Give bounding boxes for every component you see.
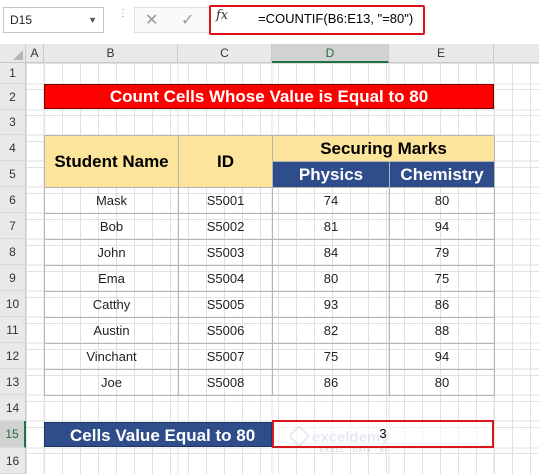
result-cell-d15[interactable]: 3 [272,420,494,448]
row-header-14[interactable]: 14 [0,395,26,421]
cell-physics[interactable]: 80 [272,265,390,292]
chevron-down-icon[interactable]: ▼ [88,8,97,32]
cell-physics[interactable]: 81 [272,213,390,240]
header-id[interactable]: ID [178,135,273,188]
row-header-1[interactable]: 1 [0,63,26,84]
row-header-8[interactable]: 8 [0,239,26,265]
result-label[interactable]: Cells Value Equal to 80 [44,422,272,447]
enter-check-icon[interactable]: ✓ [181,10,194,30]
cell-student-name[interactable]: Mask [44,187,179,214]
table-row: Mask S5001 74 80 [44,187,495,214]
row-header-11[interactable]: 11 [0,317,26,343]
column-header-d[interactable]: D [272,44,389,63]
cell-student-name[interactable]: Austin [44,317,179,344]
select-all-corner[interactable] [0,44,26,63]
row-header-15[interactable]: 15 [0,421,26,448]
cell-chemistry[interactable]: 94 [389,213,495,240]
cell-id[interactable]: S5008 [178,369,273,396]
cell-id[interactable]: S5002 [178,213,273,240]
cell-physics[interactable]: 86 [272,369,390,396]
cell-physics[interactable]: 75 [272,343,390,370]
cell-chemistry[interactable]: 75 [389,265,495,292]
cell-physics[interactable]: 84 [272,239,390,266]
cell-student-name[interactable]: Ema [44,265,179,292]
table-row: John S5003 84 79 [44,239,495,266]
formula-controls: ✕ ✓ [134,7,210,33]
row-header-6[interactable]: 6 [0,187,26,213]
cell-chemistry[interactable]: 79 [389,239,495,266]
header-student-name[interactable]: Student Name [44,135,179,188]
name-box-value: D15 [10,13,33,27]
row-header-4[interactable]: 4 [0,135,26,161]
row-header-9[interactable]: 9 [0,265,26,291]
table-row: Joe S5008 86 80 [44,369,495,396]
row-header-10[interactable]: 10 [0,291,26,317]
header-securing-marks[interactable]: Securing Marks [272,135,495,162]
cell-chemistry[interactable]: 88 [389,317,495,344]
cancel-icon[interactable]: ✕ [145,10,158,30]
name-box[interactable]: D15 ▼ [3,7,104,33]
row-header-13[interactable]: 13 [0,369,26,395]
cell-student-name[interactable]: Joe [44,369,179,396]
column-header-e[interactable]: E [389,44,494,63]
sheet-title[interactable]: Count Cells Whose Value is Equal to 80 [44,84,494,109]
cell-id[interactable]: S5007 [178,343,273,370]
cell-student-name[interactable]: Vinchant [44,343,179,370]
header-physics[interactable]: Physics [272,161,390,188]
select-all-triangle-icon [13,50,23,60]
cell-chemistry[interactable]: 94 [389,343,495,370]
cell-student-name[interactable]: Catthy [44,291,179,318]
cell-id[interactable]: S5004 [178,265,273,292]
row-header-3[interactable]: 3 [0,110,26,135]
row-header-16[interactable]: 16 [0,448,26,474]
row-header-12[interactable]: 12 [0,343,26,369]
cell-chemistry[interactable]: 86 [389,291,495,318]
cell-id[interactable]: S5005 [178,291,273,318]
cell-chemistry[interactable]: 80 [389,369,495,396]
table-row: Austin S5006 82 88 [44,317,495,344]
table-row: Bob S5002 81 94 [44,213,495,240]
table-row: Vinchant S5007 75 94 [44,343,495,370]
cell-student-name[interactable]: Bob [44,213,179,240]
column-header-f[interactable] [494,44,539,63]
header-chemistry[interactable]: Chemistry [389,161,495,188]
column-header-a[interactable]: A [26,44,44,63]
cell-physics[interactable]: 93 [272,291,390,318]
column-header-c[interactable]: C [178,44,272,63]
cell-id[interactable]: S5001 [178,187,273,214]
cell-chemistry[interactable]: 80 [389,187,495,214]
formula-input[interactable]: =COUNTIF(B6:E13, "=80") [250,7,536,33]
row-header-5[interactable]: 5 [0,161,26,187]
cell-id[interactable]: S5003 [178,239,273,266]
insert-function-icon[interactable]: fx [216,8,228,23]
row-header-2[interactable]: 2 [0,84,26,110]
drag-handle-icon[interactable]: ⋮ [118,9,128,29]
table-row: Catthy S5005 93 86 [44,291,495,318]
table-row: Ema S5004 80 75 [44,265,495,292]
formula-bar-area: D15 ▼ ⋮ ✕ ✓ fx =COUNTIF(B6:E13, "=80") [0,0,539,44]
cell-id[interactable]: S5006 [178,317,273,344]
marks-table: Student Name ID Securing Marks Physics C… [44,135,495,396]
cell-student-name[interactable]: John [44,239,179,266]
cell-physics[interactable]: 74 [272,187,390,214]
row-header-7[interactable]: 7 [0,213,26,239]
column-header-b[interactable]: B [44,44,178,63]
cell-physics[interactable]: 82 [272,317,390,344]
